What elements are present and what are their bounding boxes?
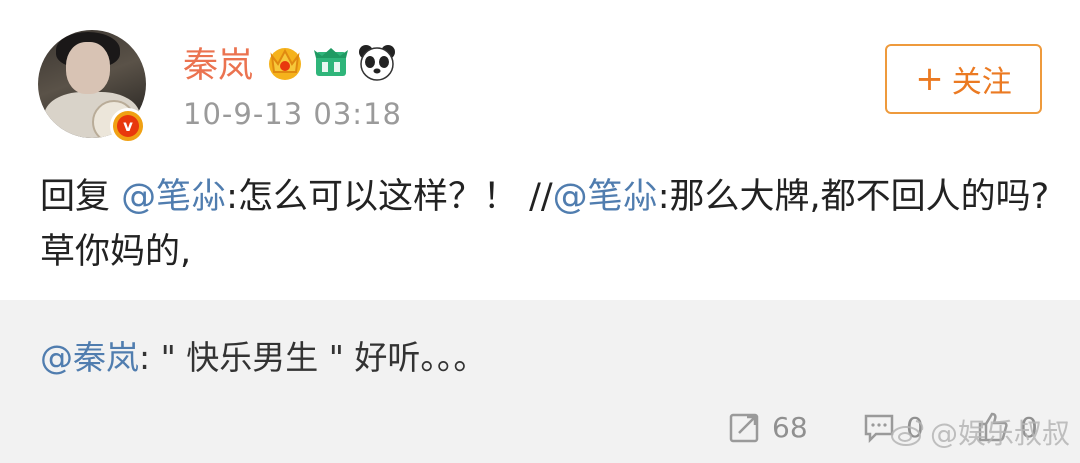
crown-badge-icon[interactable] <box>265 42 305 82</box>
mention-link[interactable]: @秦岚 <box>40 338 139 377</box>
verified-badge-icon: v <box>110 108 146 144</box>
panda-badge-icon[interactable] <box>357 42 397 82</box>
reply-prefix: 回复 <box>40 177 122 217</box>
username[interactable]: 秦岚 <box>183 44 253 88</box>
repost-count: 68 <box>772 410 808 444</box>
repost-text: @秦岚: " 快乐男生 " 好听。。。 <box>40 336 486 380</box>
mention-link[interactable]: @笔尛 <box>121 177 226 217</box>
post-content: 回复 @笔尛:怎么可以这样？！ //@笔尛:那么大牌,都不回人的吗?草你妈的, <box>40 170 1050 280</box>
green-member-badge-icon[interactable] <box>311 42 351 82</box>
watermark: @娱乐叔叔 <box>890 412 1070 452</box>
repost-icon <box>729 413 759 443</box>
follow-label: 关注 <box>951 65 1012 100</box>
verified-glyph: v <box>117 115 139 137</box>
post-timestamp: 10-9-13 03:18 <box>183 97 402 131</box>
weibo-post-card: v 秦岚 10-9-13 03:18 + 关注 回复 @笔尛:怎么可以这样？！ … <box>0 0 1080 300</box>
content-text: :怎么可以这样？！ // <box>226 177 553 217</box>
weibo-logo-icon <box>891 420 924 446</box>
watermark-text: @娱乐叔叔 <box>930 417 1071 450</box>
follow-button[interactable]: + 关注 <box>885 44 1042 114</box>
repost-content: : " 快乐男生 " 好听。。。 <box>139 338 487 377</box>
avatar-face <box>66 42 110 94</box>
user-badges <box>265 42 397 82</box>
mention-link[interactable]: @笔尛 <box>553 177 658 217</box>
repost-action[interactable]: 68 <box>728 404 808 450</box>
plus-icon: + <box>915 59 944 99</box>
